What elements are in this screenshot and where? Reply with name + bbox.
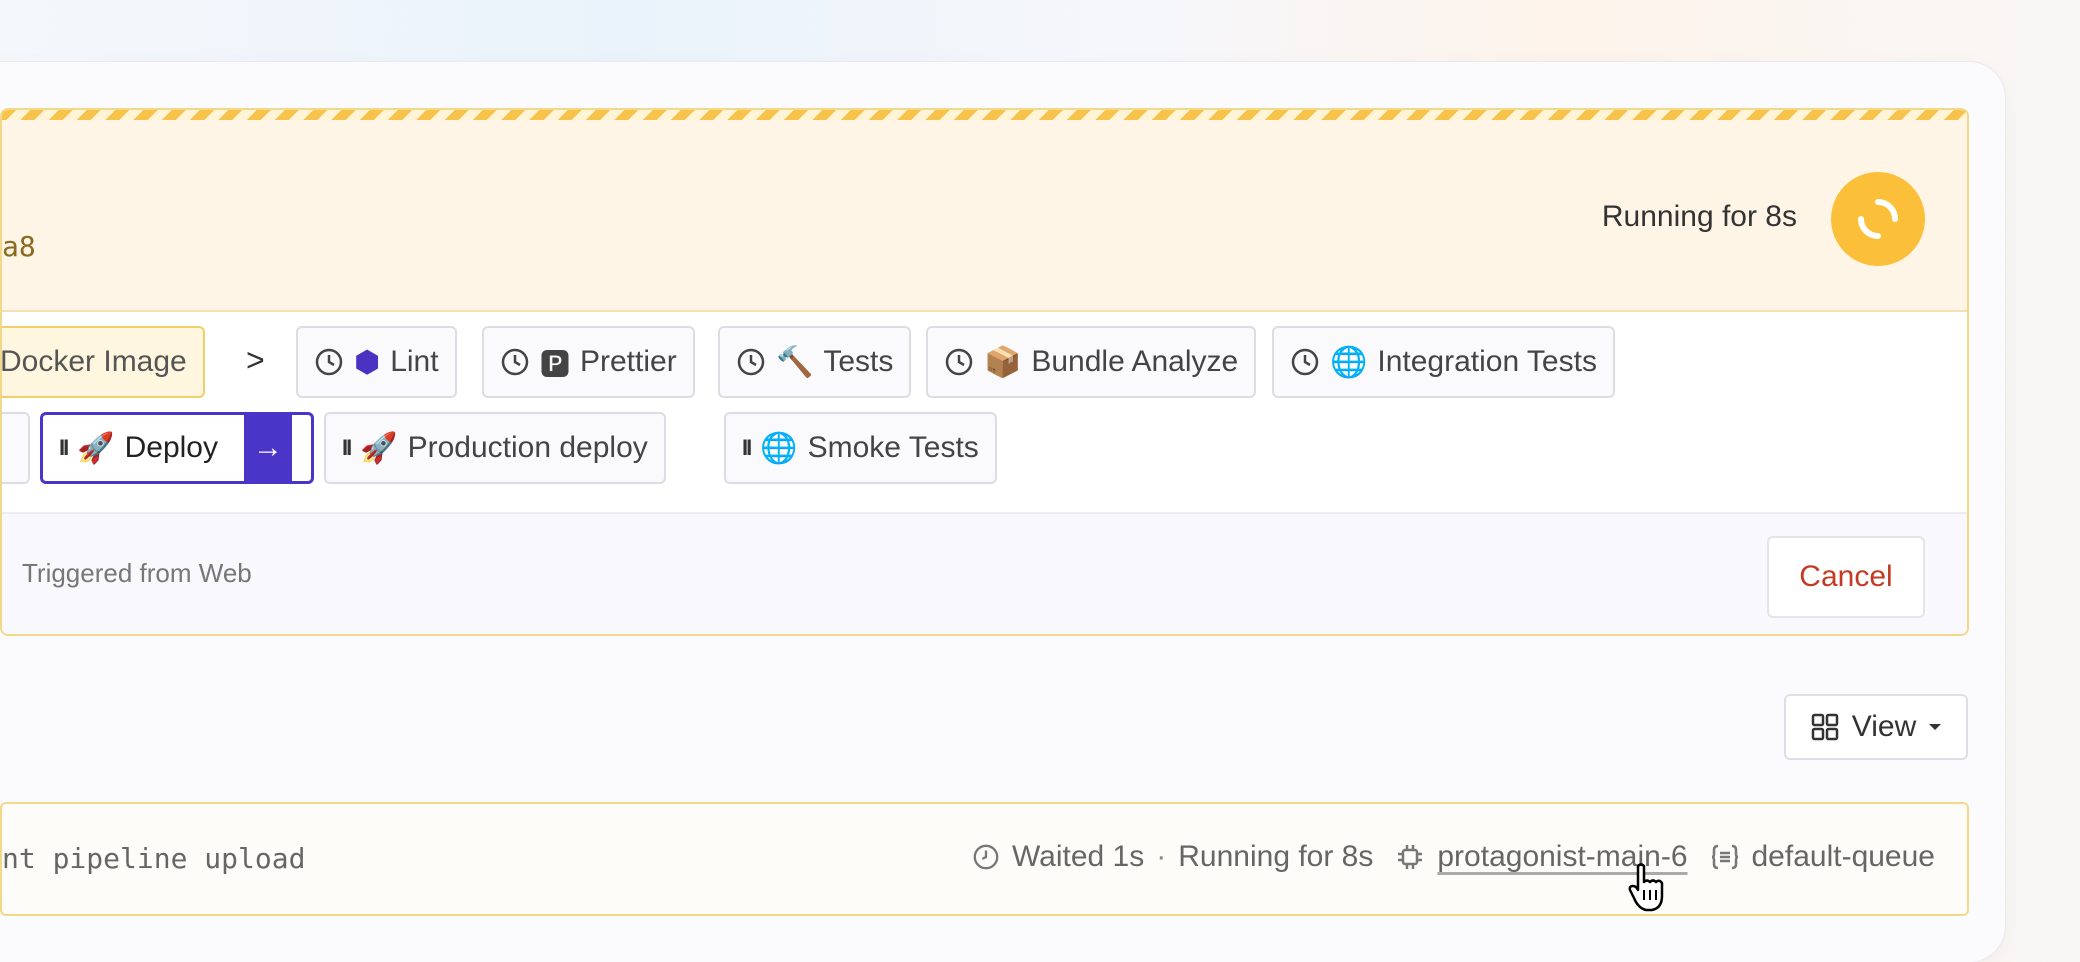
job-running: Running for 8s	[1178, 840, 1374, 873]
step-smoke-tests[interactable]: II 🌐 Smoke Tests	[724, 412, 997, 484]
cancel-button[interactable]: Cancel	[1767, 536, 1925, 618]
clock-icon	[945, 348, 973, 376]
chrome-icon: 🌐	[760, 431, 798, 465]
eslint-icon: ⬢	[354, 345, 381, 379]
clock-icon	[973, 844, 999, 870]
step-bundle-analyze[interactable]: 📦 Bundle Analyze	[926, 326, 1257, 398]
job-row[interactable]: nt pipeline upload Waited 1s · Running f…	[0, 802, 1969, 916]
clock-icon	[315, 348, 343, 376]
step-production-deploy[interactable]: II 🚀 Production deploy	[324, 412, 666, 484]
hand-cursor-icon	[1628, 863, 1664, 912]
running-stripe	[2, 110, 1967, 120]
step-prettier[interactable]: 🅿 Prettier	[482, 326, 695, 398]
job-meta: Waited 1s · Running for 8s protagonist-m…	[972, 840, 1935, 874]
pause-icon: II	[342, 435, 352, 460]
step-label: Production deploy	[407, 431, 648, 464]
view-label: View	[1851, 710, 1917, 743]
build-header: a8 Running for 8s	[2, 120, 1967, 312]
clock-icon	[737, 348, 765, 376]
pipeline-steps: Docker Image > ⬢ Lint 🅿 Prettier 🔨 Tests…	[2, 312, 1967, 514]
queue-name[interactable]: default-queue	[1752, 840, 1936, 874]
caret-down-icon	[1929, 724, 1942, 730]
clock-icon	[501, 348, 529, 376]
grid-icon	[1811, 713, 1838, 741]
pause-icon: II	[59, 435, 69, 460]
chevron-right-icon: >	[246, 342, 265, 378]
hammer-icon: 🔨	[776, 345, 814, 379]
rocket-icon: 🚀	[360, 431, 398, 465]
step-deploy[interactable]: II 🚀 Deploy →	[40, 412, 314, 484]
step-docker-image[interactable]: Docker Image	[0, 326, 205, 398]
step-lint[interactable]: ⬢ Lint	[296, 326, 457, 398]
job-waited: Waited 1s	[1011, 840, 1145, 873]
meta-separator: ·	[1156, 840, 1167, 873]
package-icon: 📦	[984, 345, 1022, 379]
step-label: Lint	[390, 345, 439, 378]
chip-icon	[1398, 845, 1423, 869]
build-card: a8 Running for 8s Docker Image > ⬢ Lint …	[0, 108, 1969, 636]
step-label: Docker Image	[0, 345, 187, 378]
clock-icon	[1291, 348, 1319, 376]
job-command: nt pipeline upload	[2, 842, 306, 875]
step-label: Deploy	[124, 431, 218, 464]
rocket-icon: 🚀	[77, 431, 115, 465]
trigger-source: Triggered from Web	[22, 558, 252, 588]
step-label: Prettier	[580, 345, 677, 378]
running-status-icon	[1831, 172, 1925, 266]
chrome-icon: 🌐	[1330, 345, 1368, 379]
build-running-status: Running for 8s	[1601, 200, 1797, 233]
step-label: Bundle Analyze	[1031, 345, 1239, 378]
prettier-icon: 🅿	[540, 349, 570, 382]
step-label: Integration Tests	[1377, 345, 1597, 378]
arrow-right-icon[interactable]: →	[243, 415, 292, 481]
step-label: Smoke Tests	[807, 431, 979, 464]
step-integration-tests[interactable]: 🌐 Integration Tests	[1272, 326, 1615, 398]
step-previous-partial[interactable]	[2, 412, 30, 484]
step-label: Tests	[823, 345, 894, 378]
pause-icon: II	[742, 435, 752, 460]
view-dropdown-button[interactable]: View	[1784, 694, 1968, 760]
commit-hash[interactable]: a8	[2, 230, 36, 263]
build-footer: Triggered from Web Cancel	[2, 514, 1967, 634]
step-tests[interactable]: 🔨 Tests	[718, 326, 912, 398]
queue-icon	[1711, 844, 1738, 870]
